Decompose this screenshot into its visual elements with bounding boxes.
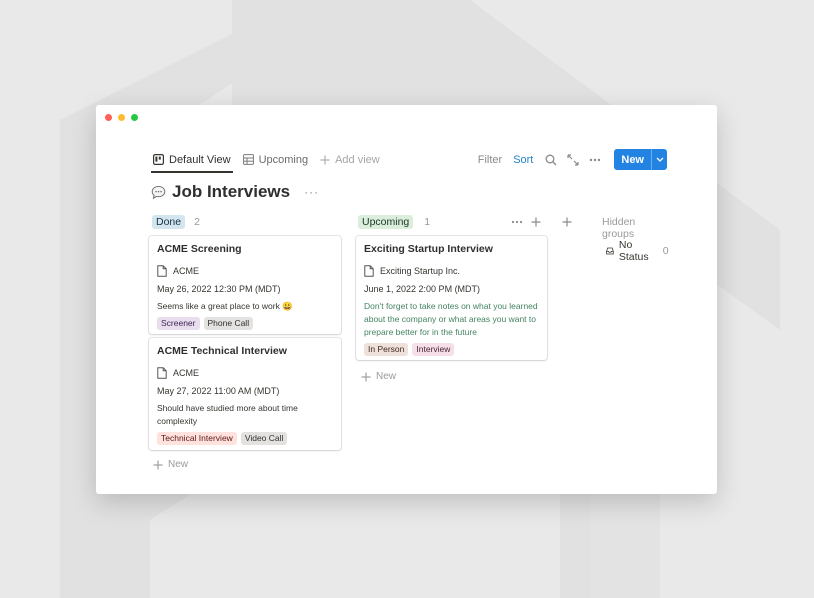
card-company: Exciting Startup Inc.	[364, 265, 539, 277]
page-header: Job Interviews ···	[151, 182, 319, 202]
card-title: ACME Technical Interview	[157, 345, 287, 357]
plus-icon	[153, 460, 163, 469]
inbox-icon	[606, 247, 614, 255]
new-button[interactable]: New	[614, 149, 667, 170]
page-title: Job Interviews	[172, 182, 291, 201]
card-company: ACME	[157, 265, 333, 277]
add-view-button[interactable]: Add view	[318, 146, 382, 173]
card-notes: Seems like a great place to work 😀	[157, 301, 293, 311]
hidden-group-no-status[interactable]: No Status 0	[606, 239, 669, 263]
column-header-done[interactable]: Done 2	[152, 215, 200, 229]
search-icon[interactable]	[544, 153, 558, 167]
tab-default-view[interactable]: Default View	[151, 146, 233, 173]
card-date: May 26, 2022 12:30 PM (MDT)	[157, 284, 281, 294]
column-add-icon[interactable]	[529, 215, 543, 229]
card-notes: Don't forget to take notes on what you l…	[364, 301, 538, 337]
column-count: 2	[194, 216, 200, 228]
card-tags: In Person Interview	[364, 343, 539, 356]
speech-bubble-icon	[151, 185, 166, 199]
company-name: ACME	[173, 266, 200, 276]
status-pill: Done	[152, 215, 186, 229]
card-tags: Screener Phone Call	[157, 317, 333, 330]
tab-upcoming[interactable]: Upcoming	[241, 146, 311, 173]
new-label: New	[168, 459, 189, 470]
tab-label: Upcoming	[258, 153, 309, 166]
group-count: 0	[662, 245, 669, 257]
company-name: ACME	[173, 368, 200, 378]
card-title: ACME Screening	[157, 243, 242, 255]
group-name: No Status	[618, 239, 649, 263]
board-card[interactable]: Exciting Startup Interview Exciting Star…	[356, 236, 547, 360]
tag: Video Call	[240, 432, 288, 445]
app-window: Default View Upcoming Add view Filter So…	[96, 105, 717, 494]
new-label: New	[376, 371, 397, 382]
column-header-upcoming[interactable]: Upcoming 1	[358, 215, 430, 229]
chevron-down-icon[interactable]	[651, 149, 667, 170]
board-card[interactable]: ACME Technical Interview ACME May 27, 20…	[149, 338, 341, 450]
close-window-button[interactable]	[105, 114, 112, 121]
more-options-icon[interactable]	[588, 153, 602, 167]
tag: Technical Interview	[157, 432, 237, 445]
board-icon	[153, 154, 164, 165]
card-tags: Technical Interview Video Call	[157, 432, 333, 445]
card-date: May 27, 2022 11:00 AM (MDT)	[157, 386, 280, 396]
maximize-window-button[interactable]	[131, 114, 138, 121]
filter-button[interactable]: Filter	[478, 154, 502, 166]
expand-icon[interactable]	[566, 153, 580, 167]
page-icon	[157, 265, 167, 277]
window-controls	[105, 114, 138, 121]
plus-icon	[361, 372, 371, 381]
company-name: Exciting Startup Inc.	[380, 266, 461, 276]
add-group-icon[interactable]	[560, 215, 574, 229]
page-icon	[364, 265, 374, 277]
sort-button[interactable]: Sort	[513, 154, 533, 166]
minimize-window-button[interactable]	[118, 114, 125, 121]
plus-icon	[320, 155, 330, 164]
card-company: ACME	[157, 367, 333, 379]
tab-label: Default View	[169, 153, 231, 166]
board-card[interactable]: ACME Screening ACME May 26, 2022 12:30 P…	[149, 236, 341, 334]
status-pill: Upcoming	[358, 215, 414, 229]
tab-label: Add view	[335, 153, 380, 166]
card-date: June 1, 2022 2:00 PM (MDT)	[364, 284, 481, 294]
add-card-button-upcoming[interactable]: New	[361, 371, 396, 382]
view-toolbar: Default View Upcoming Add view Filter So…	[151, 146, 667, 173]
tag: In Person	[364, 343, 409, 356]
column-more-icon[interactable]	[510, 215, 524, 229]
new-button-label: New	[621, 153, 644, 166]
page-more-options-icon[interactable]: ···	[304, 185, 319, 199]
add-card-button-done[interactable]: New	[153, 459, 188, 470]
tag: Screener	[157, 317, 200, 330]
table-icon	[242, 154, 254, 165]
page-icon	[157, 367, 167, 379]
card-notes: Should have studied more about time comp…	[157, 403, 298, 426]
card-title: Exciting Startup Interview	[364, 243, 493, 255]
hidden-groups-label: Hidden groups	[602, 216, 636, 240]
tag: Interview	[412, 343, 455, 356]
tag: Phone Call	[203, 317, 254, 330]
column-count: 1	[424, 216, 431, 228]
